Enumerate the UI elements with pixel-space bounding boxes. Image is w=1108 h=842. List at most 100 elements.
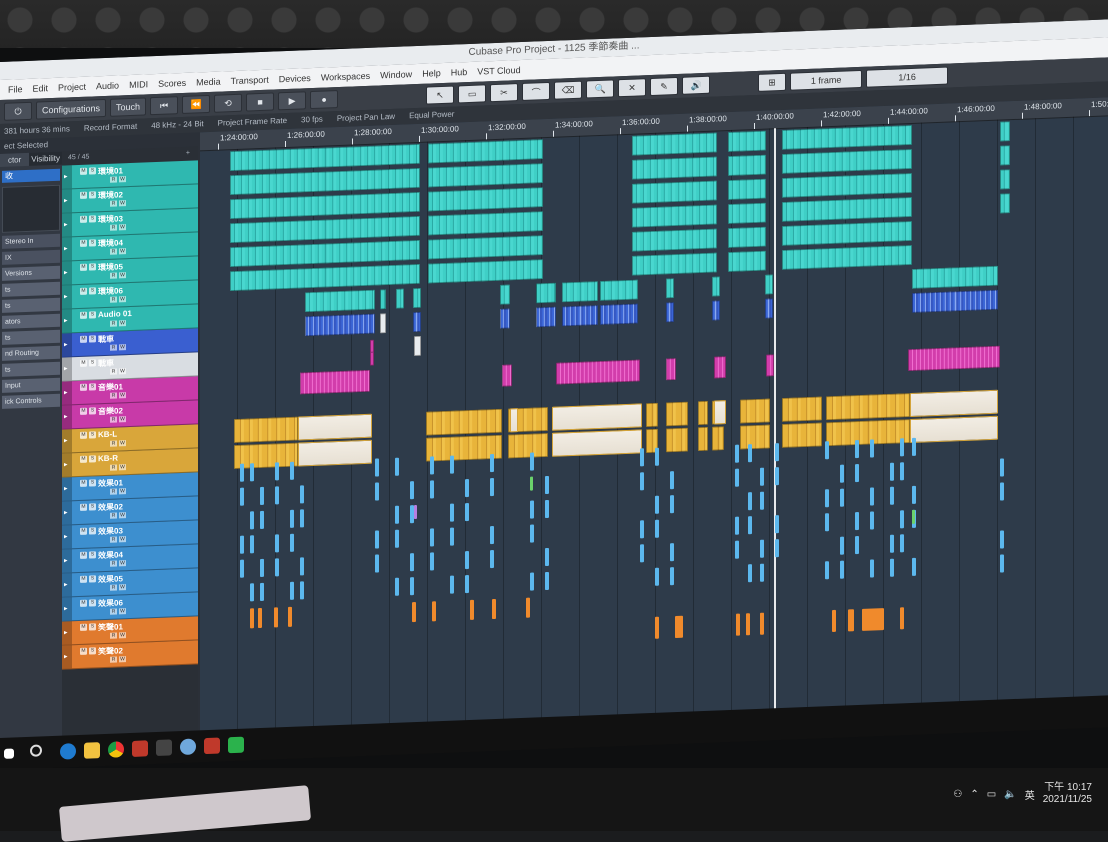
audio-event[interactable] — [912, 437, 916, 456]
write-button[interactable]: W — [119, 272, 126, 279]
audio-event[interactable] — [900, 510, 904, 529]
audio-event[interactable] — [465, 478, 469, 498]
audio-event[interactable] — [740, 398, 770, 424]
audio-event[interactable] — [775, 515, 779, 534]
audio-event[interactable] — [782, 220, 912, 246]
audio-event[interactable] — [414, 335, 421, 357]
read-button[interactable]: R — [110, 632, 117, 639]
read-button[interactable]: R — [110, 656, 117, 663]
go-start-icon[interactable]: ⏮ — [150, 96, 179, 116]
audio-event[interactable] — [240, 559, 244, 578]
audio-event[interactable] — [545, 547, 549, 567]
audio-event[interactable] — [300, 485, 304, 504]
audio-event[interactable] — [258, 607, 262, 629]
mute-button[interactable]: M — [80, 383, 87, 391]
mute-button[interactable]: M — [80, 551, 87, 559]
audio-event[interactable] — [632, 132, 717, 156]
audio-event[interactable] — [450, 455, 454, 474]
add-track-icon[interactable]: + — [186, 147, 190, 161]
audio-event[interactable] — [760, 612, 764, 635]
audio-event[interactable] — [840, 560, 844, 579]
audio-event[interactable] — [760, 563, 764, 582]
audio-event[interactable] — [666, 401, 688, 427]
audio-event[interactable] — [428, 211, 543, 236]
audio-event[interactable] — [1000, 530, 1004, 549]
audio-event[interactable] — [274, 607, 278, 628]
audio-event[interactable] — [910, 389, 998, 418]
expand-icon[interactable]: ▸ — [64, 460, 68, 468]
draw-tool-icon[interactable]: ✎ — [650, 76, 679, 97]
mute-button[interactable]: M — [80, 455, 87, 463]
expand-icon[interactable]: ▸ — [64, 508, 68, 516]
audio-event[interactable] — [530, 476, 533, 491]
expand-icon[interactable]: ▸ — [64, 652, 68, 660]
audio-event[interactable] — [430, 456, 434, 475]
audio-event[interactable] — [640, 544, 644, 563]
mute-tool-icon[interactable]: ✕ — [618, 78, 647, 98]
write-button[interactable]: W — [119, 176, 126, 183]
audio-event[interactable] — [632, 204, 717, 228]
read-button[interactable]: R — [110, 248, 117, 255]
audio-event[interactable] — [430, 552, 434, 571]
expand-icon[interactable]: ▸ — [64, 196, 68, 204]
audio-event[interactable] — [413, 311, 421, 333]
audio-event[interactable] — [736, 613, 740, 636]
audio-event[interactable] — [375, 554, 379, 573]
write-button[interactable]: W — [119, 392, 126, 399]
audio-event[interactable] — [300, 509, 304, 528]
expand-icon[interactable]: ▸ — [64, 172, 68, 180]
expand-icon[interactable]: ▸ — [64, 316, 68, 324]
audio-event[interactable] — [508, 432, 548, 459]
solo-button[interactable]: S — [89, 431, 96, 439]
audio-event[interactable] — [545, 571, 549, 591]
audio-event[interactable] — [912, 265, 998, 289]
menu-item[interactable]: Scores — [158, 73, 186, 94]
audio-event[interactable] — [288, 606, 292, 627]
audio-event[interactable] — [735, 468, 739, 487]
expand-icon[interactable]: ▸ — [64, 412, 68, 420]
browser-icon[interactable] — [180, 738, 196, 756]
audio-event[interactable] — [298, 413, 372, 441]
audio-event[interactable] — [250, 511, 254, 530]
write-button[interactable]: W — [119, 464, 126, 471]
audio-event[interactable] — [890, 534, 894, 553]
cycle-icon[interactable]: ⟲ — [214, 93, 243, 113]
mute-button[interactable]: M — [80, 647, 87, 655]
touch-mode-button[interactable]: Touch — [110, 97, 147, 117]
audio-event[interactable] — [728, 226, 766, 249]
audio-event[interactable] — [230, 167, 420, 196]
expand-icon[interactable]: ▸ — [64, 580, 68, 588]
zoom-tool-icon[interactable]: 🔍 — [586, 79, 615, 99]
audio-event[interactable] — [380, 289, 386, 310]
menu-item[interactable]: Help — [422, 63, 441, 84]
audio-event[interactable] — [530, 572, 534, 591]
audio-event[interactable] — [465, 574, 469, 594]
solo-button[interactable]: S — [89, 191, 96, 199]
audio-event[interactable] — [526, 597, 530, 618]
mute-button[interactable]: M — [80, 311, 87, 319]
menu-item[interactable]: Window — [380, 64, 412, 85]
inspector-section[interactable]: ators — [2, 313, 60, 329]
audio-event[interactable] — [912, 289, 998, 313]
menu-item[interactable]: Transport — [231, 70, 269, 91]
expand-icon[interactable]: ▸ — [64, 244, 68, 252]
mute-button[interactable]: M — [80, 527, 87, 535]
inspector-tab[interactable]: ctor — [0, 152, 30, 167]
menu-item[interactable]: Edit — [33, 78, 49, 99]
audio-event[interactable] — [275, 558, 279, 577]
write-button[interactable]: W — [119, 296, 126, 303]
inspector-section[interactable]: ts — [2, 329, 60, 345]
write-button[interactable]: W — [119, 512, 126, 519]
audio-event[interactable] — [825, 513, 829, 532]
audio-event[interactable] — [428, 187, 543, 212]
ime-indicator[interactable]: 英 — [1025, 787, 1035, 802]
project-cursor[interactable] — [774, 128, 776, 729]
audio-event[interactable] — [1000, 554, 1004, 573]
audio-event[interactable] — [900, 462, 904, 481]
cubase-icon[interactable] — [156, 739, 172, 757]
audio-event[interactable] — [450, 503, 454, 522]
mute-button[interactable]: M — [80, 335, 87, 343]
audio-event[interactable] — [1000, 482, 1004, 501]
mute-button[interactable]: M — [80, 215, 87, 223]
solo-button[interactable]: S — [89, 527, 96, 535]
